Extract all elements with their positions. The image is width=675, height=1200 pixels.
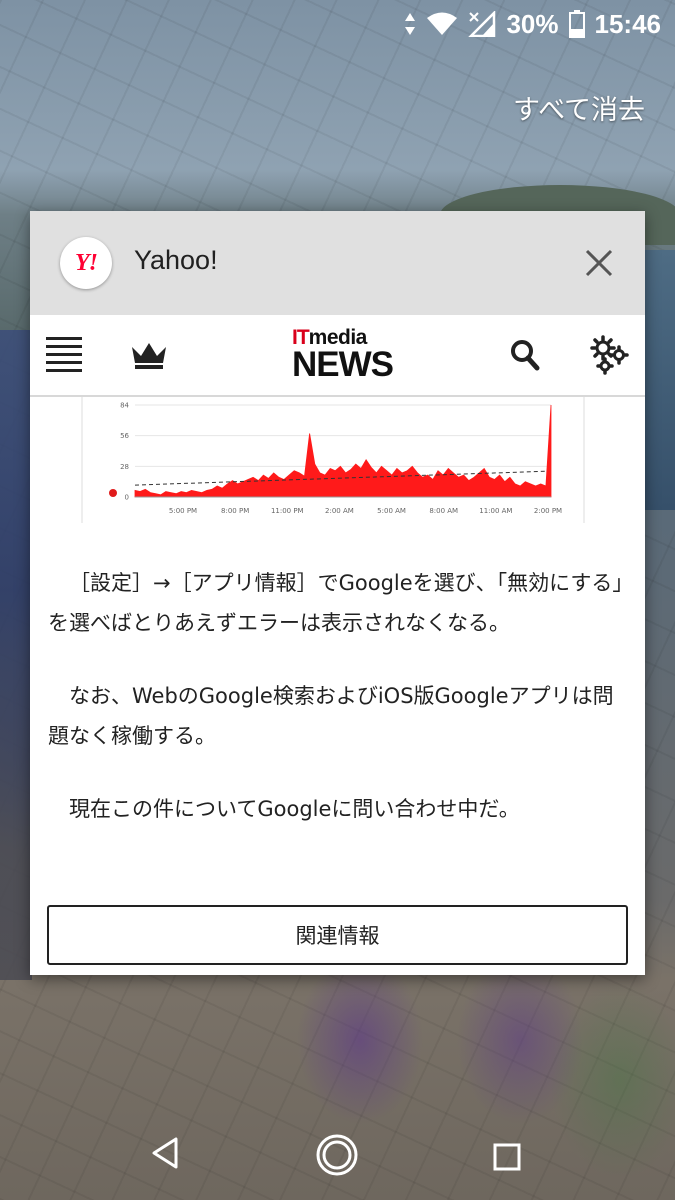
chart-x-tick-label: 2:00 PM <box>534 507 562 515</box>
chart-warning-marker <box>109 489 117 497</box>
close-card-button[interactable] <box>577 241 621 285</box>
close-icon <box>585 249 613 277</box>
recent-app-card[interactable]: Y! Yahoo! ITmedia NEWS 0 28 56 84 5:00 P… <box>30 211 645 975</box>
battery-icon <box>568 10 585 38</box>
related-info-button[interactable]: 関連情報 <box>47 905 628 965</box>
menu-icon[interactable] <box>46 337 82 373</box>
status-icons: 30% 15:46 <box>404 8 661 40</box>
yahoo-app-icon: Y! <box>60 237 112 289</box>
article-paragraph: なお、WebのGoogle検索およびiOS版Googleアプリは問題なく稼働する… <box>48 684 614 748</box>
wifi-icon <box>426 12 458 36</box>
chart-x-tick-label: 2:00 AM <box>325 507 354 515</box>
home-button[interactable] <box>314 1132 360 1182</box>
recents-button[interactable] <box>492 1142 522 1176</box>
yahoo-logo-text: Y! <box>75 249 98 276</box>
chart-x-tick-label: 5:00 AM <box>377 507 406 515</box>
status-bar: 30% 15:46 <box>0 0 675 48</box>
trend-chart: 0 28 56 84 5:00 PM 8:00 PM 11:00 PM 2:00 AM 5:00… <box>81 397 585 523</box>
article-body: ［設定］→［アプリ情報］でGoogleを選び、「無効にする」を選べばとりあえずエ… <box>48 563 630 862</box>
article-paragraph: 現在この件についてGoogleに問い合わせ中だ。 <box>69 797 520 821</box>
chart-series-area <box>134 404 552 498</box>
back-icon <box>152 1137 178 1169</box>
data-transfer-icon <box>404 11 416 37</box>
app-name: Yahoo! <box>134 245 218 275</box>
search-icon[interactable] <box>510 339 540 375</box>
chart-x-tick-label: 11:00 AM <box>479 507 512 515</box>
logo-news: NEWS <box>292 345 394 384</box>
card-header: Y! Yahoo! <box>30 211 645 315</box>
chart-y-tick-label: 56 <box>120 432 129 440</box>
chart-y-tick-label: 84 <box>120 402 129 410</box>
chart-y-tick-label: 28 <box>120 463 129 471</box>
site-toolbar: ITmedia NEWS <box>30 315 645 397</box>
clear-all-button[interactable]: すべて消去 <box>513 88 645 127</box>
chart-x-tick-label: 8:00 AM <box>429 507 458 515</box>
battery-percent: 30% <box>506 8 559 39</box>
trend-chart-svg: 0 28 56 84 5:00 PM 8:00 PM 11:00 PM 2:00 AM 5:00… <box>109 402 562 515</box>
article-paragraph: ［設定］→［アプリ情報］でGoogleを選び、「無効にする」を選べばとりあえずエ… <box>48 571 623 635</box>
cell-signal-no-service-icon <box>468 11 496 37</box>
itmedia-news-logo[interactable]: ITmedia NEWS <box>292 327 394 384</box>
gear-icon[interactable] <box>590 335 630 379</box>
clock: 15:46 <box>594 8 662 39</box>
chart-x-tick-label: 8:00 PM <box>221 507 249 515</box>
home-icon <box>316 1134 358 1176</box>
navigation-bar <box>0 1108 675 1200</box>
wallpaper-crowd <box>0 330 32 980</box>
chart-y-tick-label: 0 <box>125 494 129 502</box>
recents-icon <box>493 1143 521 1171</box>
crown-icon[interactable] <box>130 341 168 375</box>
chart-x-tick-label: 11:00 PM <box>271 507 304 515</box>
wallpaper-sea <box>640 250 675 510</box>
back-button[interactable] <box>150 1136 182 1174</box>
chart-x-tick-label: 5:00 PM <box>169 507 197 515</box>
